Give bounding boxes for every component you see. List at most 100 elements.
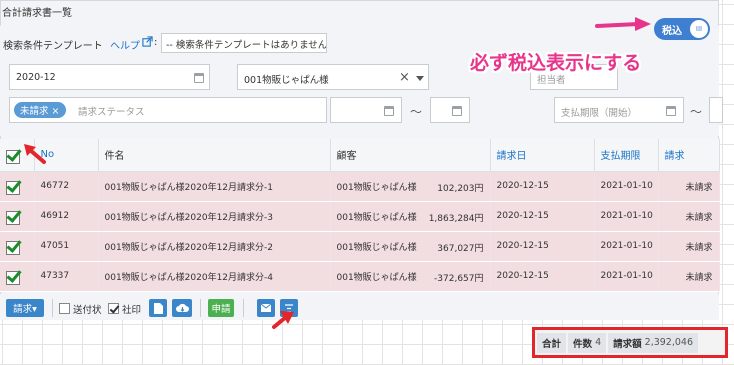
cell-status: 未請求 xyxy=(658,231,720,262)
invoice-table: No 件名 顧客 請求日 支払期限 請求 46772 001物販じゃぱん様202… xyxy=(0,139,720,292)
cell-date: 2020-12-15 xyxy=(490,171,595,202)
cell-customer: 001物販じゃぱん様 102,203円 xyxy=(330,171,491,202)
annotation-arrow-top xyxy=(595,17,651,31)
apply-button[interactable]: 申請 xyxy=(208,299,234,317)
toolbar-divider xyxy=(200,299,201,317)
table-row[interactable]: 46772 001物販じゃぱん様2020年12月請求分-1 001物販じゃぱん様… xyxy=(0,171,720,202)
summary-count-value: 4 xyxy=(595,337,602,348)
annotation-arrow-check xyxy=(24,144,46,164)
cell-no: 46772 xyxy=(34,171,99,202)
cell-date: 2020-12-15 xyxy=(490,231,595,262)
table-row[interactable]: 46912 001物販じゃぱん様2020年12月請求分-3 001物販じゃぱん様… xyxy=(0,201,720,232)
cell-due: 2021-01-10 xyxy=(594,201,659,232)
due-end-input[interactable] xyxy=(709,97,723,123)
toggle-knob: III xyxy=(690,20,708,38)
due-start-input[interactable]: 支払期限（開始） xyxy=(554,97,684,123)
cell-no: 47051 xyxy=(34,231,99,262)
check-all-icon[interactable] xyxy=(6,148,20,164)
check-icon[interactable] xyxy=(6,179,20,195)
cell-no: 47337 xyxy=(34,261,99,292)
table-row[interactable]: 47337 001物販じゃぱん様2020年12月請求分-4 001物販じゃぱん様… xyxy=(0,261,720,292)
summary-amount-value: 2,392,046 xyxy=(644,337,694,348)
page-title: 合計請求書一覧 xyxy=(2,8,72,19)
cloud-download-icon xyxy=(175,303,189,312)
send-letter-label: 送付状 xyxy=(73,305,102,316)
tag-close-icon[interactable]: × xyxy=(52,106,60,117)
row-checkbox[interactable] xyxy=(0,261,35,292)
calendar-icon[interactable] xyxy=(194,73,204,83)
summary-total-label: 合計 xyxy=(537,332,567,353)
cell-subject: 001物販じゃぱん様2020年12月請求分-2 xyxy=(98,231,331,262)
cell-subject: 001物販じゃぱん様2020年12月請求分-4 xyxy=(98,261,331,292)
table-row[interactable]: 47051 001物販じゃぱん様2020年12月請求分-2 001物販じゃぱん様… xyxy=(0,231,720,262)
template-colon: : xyxy=(154,37,158,48)
tax-toggle-label: 税込 xyxy=(662,26,682,37)
cell-amount: 102,203円 xyxy=(437,183,484,194)
header-subject: 件名 xyxy=(98,139,331,172)
cell-amount: -372,657円 xyxy=(434,273,484,284)
check-icon[interactable] xyxy=(6,269,20,285)
send-letter-checkbox[interactable] xyxy=(59,303,70,314)
pdf-button[interactable] xyxy=(149,299,167,317)
customer-name: 001物販じゃぱん様 xyxy=(336,182,417,193)
check-icon[interactable] xyxy=(6,239,20,255)
cell-customer: 001物販じゃぱん様 367,027円 xyxy=(330,231,491,262)
summary-bar: 合計 件数 4 請求額 2,392,046 xyxy=(532,327,728,358)
external-link-icon[interactable] xyxy=(142,36,153,47)
summary-total-text: 合計 xyxy=(542,338,562,350)
customer-name: 001物販じゃぱん様 xyxy=(336,272,417,283)
invoice-dropdown-button[interactable]: 請求▾ xyxy=(6,299,44,317)
cell-date: 2020-12-15 xyxy=(490,201,595,232)
cell-due: 2021-01-10 xyxy=(594,231,659,262)
header-customer: 顧客 xyxy=(330,139,491,172)
summary-amount: 請求額 2,392,046 xyxy=(608,332,699,353)
range-tilde: ～ xyxy=(410,105,423,119)
annotation-text: 必ず税込表示にする xyxy=(470,52,642,74)
cell-subject: 001物販じゃぱん様2020年12月請求分-3 xyxy=(98,201,331,232)
toolbar-divider xyxy=(52,299,53,317)
status-tag[interactable]: 未請求 × xyxy=(14,102,66,118)
month-input[interactable]: 2020-12 xyxy=(9,64,210,90)
clear-icon[interactable]: × xyxy=(399,70,410,85)
cell-customer: 001物販じゃぱん様 1,863,284円 xyxy=(330,201,491,232)
customer-name: 001物販じゃぱん様 xyxy=(336,212,417,223)
template-label: 検索条件テンプレート xyxy=(3,41,103,52)
customer-name: 001物販じゃぱん様 xyxy=(336,242,417,253)
chevron-down-icon[interactable] xyxy=(416,76,424,81)
cell-no: 46912 xyxy=(34,201,99,232)
summary-count: 件数 4 xyxy=(568,332,607,353)
company-stamp-label: 社印 xyxy=(122,305,142,316)
cell-amount: 367,027円 xyxy=(437,243,484,254)
cell-amount: 1,863,284円 xyxy=(428,213,484,224)
calendar-icon[interactable] xyxy=(384,106,394,116)
status-placeholder: 請求ステータス xyxy=(78,107,145,118)
cell-status: 未請求 xyxy=(658,201,720,232)
cloud-download-button[interactable] xyxy=(172,299,192,317)
range-tilde-2: ～ xyxy=(690,105,703,119)
header-due[interactable]: 支払期限 xyxy=(594,139,659,172)
company-stamp-checkbox[interactable] xyxy=(108,303,119,314)
table-header: No 件名 顧客 請求日 支払期限 請求 xyxy=(0,139,720,172)
cell-status: 未請求 xyxy=(658,261,720,292)
template-select[interactable]: -- 検索条件テンプレートはありません xyxy=(161,33,327,53)
cell-status: 未請求 xyxy=(658,171,720,202)
row-checkbox[interactable] xyxy=(0,201,35,232)
document-icon xyxy=(153,302,163,314)
toolbar-divider xyxy=(243,299,244,317)
row-checkbox[interactable] xyxy=(0,171,35,202)
header-status[interactable]: 請求 xyxy=(658,139,720,172)
summary-amount-label: 請求額 xyxy=(613,338,642,350)
status-tag-label: 未請求 xyxy=(20,106,49,117)
calendar-icon[interactable] xyxy=(666,106,676,116)
cell-due: 2021-01-10 xyxy=(594,171,659,202)
tax-toggle[interactable]: 税込 III xyxy=(654,18,710,40)
template-help-link[interactable]: ヘルプ xyxy=(110,37,140,52)
cell-customer: 001物販じゃぱん様 -372,657円 xyxy=(330,261,491,292)
calendar-icon[interactable] xyxy=(452,106,462,116)
check-icon[interactable] xyxy=(6,209,20,225)
date-to-input[interactable] xyxy=(430,97,470,123)
header-date[interactable]: 請求日 xyxy=(490,139,595,172)
cell-subject: 001物販じゃぱん様2020年12月請求分-1 xyxy=(98,171,331,202)
row-checkbox[interactable] xyxy=(0,231,35,262)
annotation-arrow-email xyxy=(272,311,294,329)
